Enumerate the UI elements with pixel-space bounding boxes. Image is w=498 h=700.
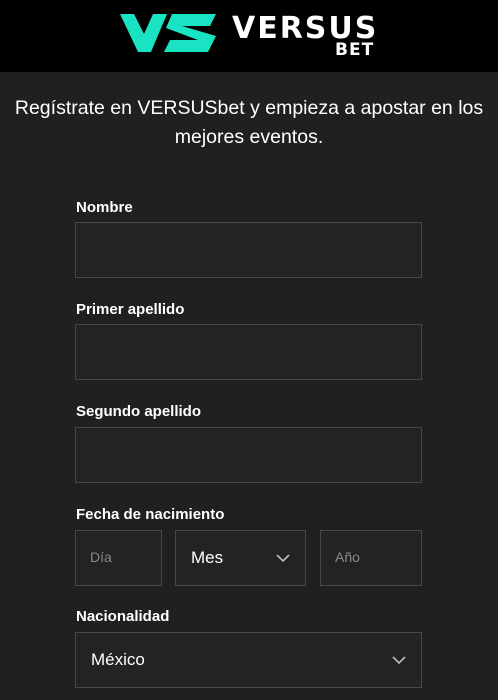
versus-logo-icon (120, 14, 216, 52)
chevron-down-icon (392, 656, 406, 665)
segundo-apellido-input[interactable] (76, 428, 421, 482)
nombre-input[interactable] (76, 223, 421, 277)
mes-selected-value: Mes (191, 548, 224, 567)
anio-input[interactable] (321, 531, 421, 585)
segundo-apellido-label: Segundo apellido (76, 403, 202, 420)
nacionalidad-select[interactable]: México (75, 632, 422, 688)
versus-bet-logo[interactable]: VERSUS BET (120, 10, 380, 62)
mes-select[interactable]: Mes (175, 530, 306, 586)
nombre-field-box (75, 222, 422, 278)
fecha-nacimiento-label: Fecha de nacimiento (76, 506, 225, 523)
primer-apellido-input[interactable] (76, 325, 421, 379)
site-header: VERSUS BET (0, 0, 498, 72)
nacionalidad-label: Nacionalidad (76, 608, 170, 625)
primer-apellido-field-box (75, 324, 422, 380)
logo-text-bet: BET (335, 40, 375, 60)
anio-field-box (320, 530, 422, 586)
dia-field-box (75, 530, 162, 586)
nacionalidad-selected-value: México (91, 650, 145, 669)
registration-intro-text: Regístrate en VERSUSbet y empieza a apos… (14, 97, 484, 148)
primer-apellido-label: Primer apellido (76, 301, 185, 318)
dia-input[interactable] (76, 531, 161, 585)
nombre-label: Nombre (76, 199, 133, 216)
chevron-down-icon (276, 554, 290, 563)
segundo-apellido-field-box (75, 427, 422, 483)
